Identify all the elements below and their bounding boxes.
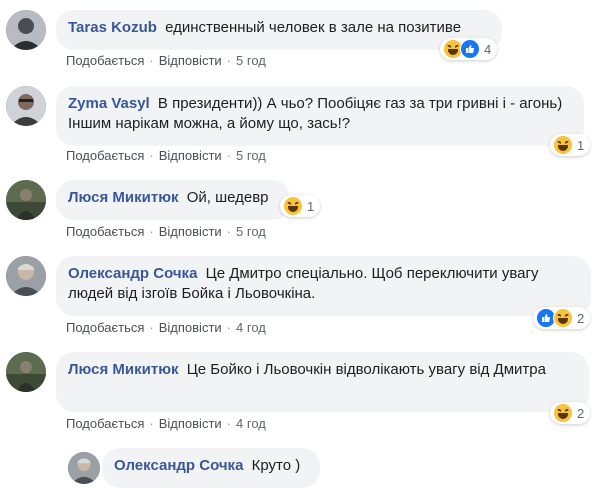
comment-bubble: Taras Kozub единственный человек в зале … bbox=[56, 10, 502, 50]
comment-actions: Подобається · Відповісти · 5 год bbox=[66, 148, 266, 164]
reaction-count: 2 bbox=[577, 310, 585, 326]
separator: · bbox=[226, 416, 232, 431]
comment-time[interactable]: 5 год bbox=[236, 148, 266, 163]
avatar[interactable] bbox=[6, 180, 46, 220]
separator: · bbox=[226, 320, 232, 335]
reply-link[interactable]: Відповісти bbox=[159, 416, 222, 431]
like-link[interactable]: Подобається bbox=[66, 148, 144, 163]
reaction-summary[interactable]: 2 bbox=[550, 402, 591, 424]
separator: · bbox=[149, 224, 154, 239]
reaction-summary[interactable]: 2 bbox=[533, 307, 591, 329]
avatar-image bbox=[6, 10, 46, 50]
reaction-count: 2 bbox=[577, 405, 585, 421]
reaction-summary[interactable]: 4 bbox=[440, 38, 498, 60]
comment-time[interactable]: 5 год bbox=[236, 53, 266, 68]
reaction-summary[interactable]: 1 bbox=[280, 195, 321, 217]
comment-author[interactable]: Taras Kozub bbox=[68, 19, 157, 36]
like-icon bbox=[460, 39, 480, 59]
avatar[interactable] bbox=[68, 452, 100, 484]
comment-bubble: Zyma Vasyl В президенти)) А чьо? Пообіця… bbox=[56, 86, 584, 146]
reply-link[interactable]: Відповісти bbox=[159, 53, 222, 68]
comment-actions: Подобається · Відповісти · 4 год bbox=[66, 416, 266, 432]
comment-text: единственный человек в зале на позитиве bbox=[165, 19, 462, 36]
avatar-image bbox=[68, 452, 100, 484]
comment-author[interactable]: Олександр Сочка bbox=[68, 265, 197, 282]
comment-bubble: Люся Микитюк Це Бойко і Льовочкін відвол… bbox=[56, 352, 589, 412]
comment-actions: Подобається · Відповісти · 5 год bbox=[66, 224, 266, 240]
avatar[interactable] bbox=[6, 352, 46, 392]
avatar[interactable] bbox=[6, 86, 46, 126]
like-link[interactable]: Подобається bbox=[66, 416, 144, 431]
comment-actions: Подобається · Відповісти · 4 год bbox=[66, 320, 266, 336]
separator: · bbox=[149, 148, 154, 163]
comment-bubble: Люся Микитюк Ой, шедевр bbox=[56, 180, 290, 220]
comment-text: Круто ) bbox=[251, 457, 301, 474]
comment-bubble: Олександр Сочка Це Дмитро спеціально. Що… bbox=[56, 256, 591, 316]
reaction-summary[interactable]: 1 bbox=[550, 134, 591, 156]
reaction-count: 1 bbox=[577, 137, 585, 153]
comment-time[interactable]: 4 год bbox=[236, 320, 266, 335]
like-link[interactable]: Подобається bbox=[66, 320, 144, 335]
separator: · bbox=[149, 53, 154, 68]
separator: · bbox=[149, 320, 154, 335]
reply-link[interactable]: Відповісти bbox=[159, 320, 222, 335]
comment-author[interactable]: Олександр Сочка bbox=[114, 457, 243, 474]
reply-link[interactable]: Відповісти bbox=[159, 148, 222, 163]
haha-icon bbox=[283, 196, 303, 216]
separator: · bbox=[226, 148, 232, 163]
avatar-image bbox=[6, 352, 46, 392]
like-link[interactable]: Подобається bbox=[66, 53, 144, 68]
haha-icon bbox=[553, 135, 573, 155]
avatar-image bbox=[6, 180, 46, 220]
comment-actions: Подобається · Відповісти · 5 год bbox=[66, 53, 266, 69]
avatar-image bbox=[6, 86, 46, 126]
like-link[interactable]: Подобається bbox=[66, 224, 144, 239]
separator: · bbox=[226, 224, 232, 239]
reply-link[interactable]: Відповісти bbox=[159, 224, 222, 239]
avatar-image bbox=[6, 256, 46, 296]
reaction-count: 1 bbox=[307, 198, 315, 214]
comment-author[interactable]: Zyma Vasyl bbox=[68, 95, 150, 112]
separator: · bbox=[226, 53, 232, 68]
comment-time[interactable]: 5 год bbox=[236, 224, 266, 239]
separator: · bbox=[149, 416, 154, 431]
haha-icon bbox=[553, 308, 573, 328]
reaction-count: 4 bbox=[484, 41, 492, 57]
comment-text: Це Бойко і Льовочкін відволікають увагу … bbox=[186, 361, 546, 378]
avatar[interactable] bbox=[6, 256, 46, 296]
avatar[interactable] bbox=[6, 10, 46, 50]
comment-text: Ой, шедевр bbox=[186, 189, 269, 206]
comment-time[interactable]: 4 год bbox=[236, 416, 266, 431]
comment-author[interactable]: Люся Микитюк bbox=[68, 361, 179, 378]
comment-author[interactable]: Люся Микитюк bbox=[68, 189, 179, 206]
haha-icon bbox=[553, 403, 573, 423]
comment-bubble: Олександр Сочка Круто ) bbox=[102, 448, 320, 488]
